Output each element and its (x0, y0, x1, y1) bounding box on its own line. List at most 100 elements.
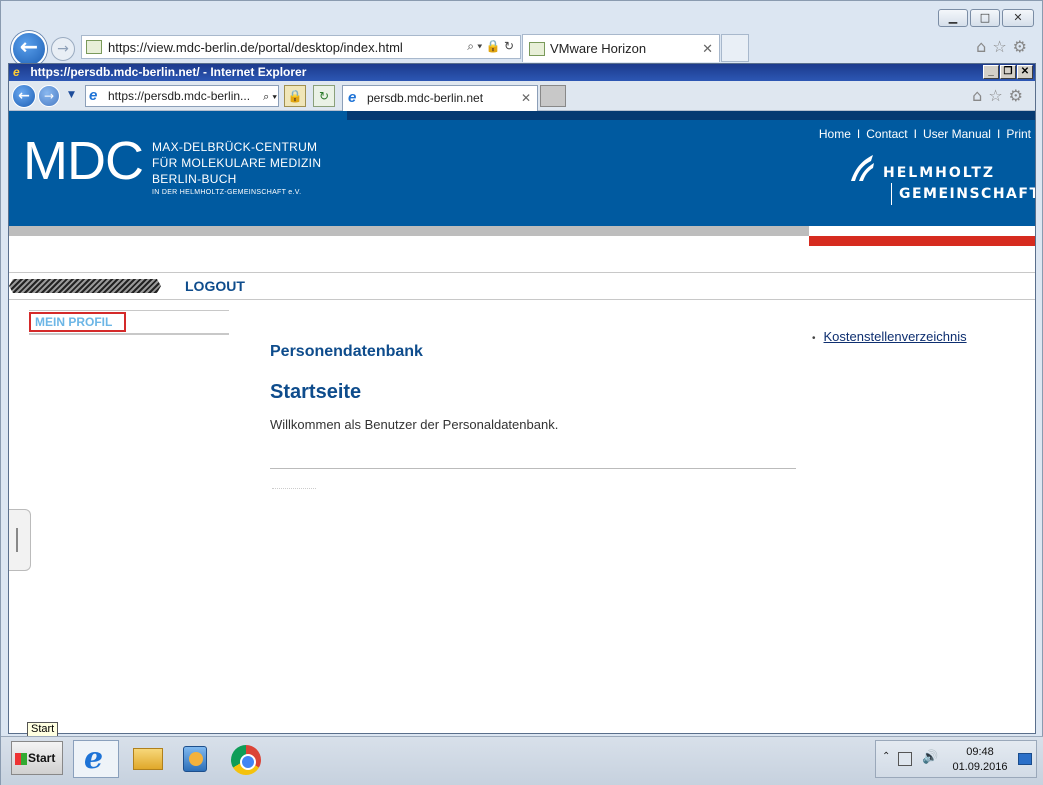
show-hidden-icons-icon[interactable]: ⌃ (882, 751, 890, 762)
inner-toolbar-icons[interactable]: ⌂☆⚙ (972, 86, 1029, 105)
history-dropdown-icon[interactable]: ▼ (68, 90, 75, 100)
org-line: MAX-DELBRÜCK-CENTRUM (152, 140, 318, 154)
banner-top-strip (347, 111, 1035, 120)
welcome-text: Willkommen als Benutzer der Personaldate… (270, 417, 559, 432)
inner-forward-button[interactable]: → (38, 85, 60, 107)
network-icon[interactable] (898, 752, 912, 766)
inner-ie-window: e https://persdb.mdc-berlin.net/ - Inter… (8, 63, 1036, 734)
page-title: Startseite (270, 381, 362, 403)
taskbar-explorer-icon[interactable] (125, 740, 171, 778)
left-nav-divider (29, 333, 229, 335)
chrome-icon (231, 745, 261, 775)
site-favicon-icon (86, 40, 102, 54)
taskbar-chrome-icon[interactable] (223, 740, 269, 778)
divider (9, 272, 1035, 273)
inner-new-tab-button[interactable] (540, 85, 566, 107)
clock[interactable]: 09:48 01.09.2016 (952, 745, 1008, 775)
inner-minimize-button[interactable]: _ (983, 65, 999, 79)
outer-tab-vmware[interactable]: VMware Horizon ✕ (522, 34, 720, 62)
section-title: Personendatenbank (270, 343, 423, 360)
taskbar-ie-icon[interactable]: e (73, 740, 119, 778)
outer-window-controls: ▁ □ ✕ (938, 9, 1034, 27)
outer-url-text: https://view.mdc-berlin.de/portal/deskto… (108, 39, 403, 55)
content-divider (270, 468, 796, 469)
ie-tab-icon: e (348, 89, 357, 106)
dotted-divider (272, 488, 316, 489)
system-tray: ⌃ 🔊 09:48 01.09.2016 (875, 740, 1037, 778)
media-player-icon (183, 746, 207, 772)
start-button[interactable]: Start (11, 741, 63, 775)
back-button[interactable]: ← (11, 31, 47, 67)
right-links: • Kostenstellenverzeichnis (812, 329, 967, 344)
side-panel-handle[interactable] (9, 509, 31, 571)
site-banner: MDC MAX-DELBRÜCK-CENTRUM FÜR MOLEKULARE … (9, 111, 1035, 226)
inner-back-button[interactable]: ← (12, 84, 36, 108)
clock-time: 09:48 (966, 746, 994, 758)
search-dropdown-icon[interactable]: ⌕ ▾ (263, 87, 277, 106)
gemeinschaft-text: GEMEINSCHAFT (891, 183, 1035, 205)
minimize-button[interactable]: ▁ (938, 9, 968, 27)
kostenstellen-link[interactable]: Kostenstellenverzeichnis (824, 329, 967, 344)
windows-flag-icon (15, 753, 27, 765)
inner-window-title: https://persdb.mdc-berlin.net/ - Interne… (30, 65, 307, 79)
mein-profil-link[interactable]: MEIN PROFIL (29, 312, 126, 332)
print-link[interactable]: Print (1002, 127, 1035, 141)
close-tab-icon[interactable]: ✕ (702, 41, 713, 57)
left-nav-divider (29, 310, 229, 311)
outer-navigation-bar: ← → https://view.mdc-berlin.de/portal/de… (9, 31, 1039, 67)
ie-page-icon: e (89, 87, 98, 104)
volume-icon[interactable]: 🔊 (922, 750, 938, 765)
folder-icon (133, 748, 163, 770)
address-tools-icon[interactable]: ⌕ ▾ 🔒 ↻ (467, 39, 514, 54)
mdc-logo: MDC (23, 131, 144, 191)
inner-close-button[interactable]: ✕ (1017, 65, 1033, 79)
home-link[interactable]: Home (815, 127, 855, 141)
refresh-icon[interactable]: ↻ (313, 85, 335, 107)
org-line: FÜR MOLEKULARE MEDIZIN (152, 156, 322, 170)
inner-tab-title: persdb.mdc-berlin.net (367, 91, 484, 105)
divider (9, 299, 1035, 300)
outer-toolbar-icons[interactable]: ⌂☆⚙ (976, 37, 1033, 56)
grip-icon (16, 528, 18, 552)
close-inner-tab-icon[interactable]: ✕ (521, 86, 531, 110)
org-line-small: IN DER HELMHOLTZ-GEMEINSCHAFT e.V. (152, 189, 302, 196)
taskbar-media-player-icon[interactable] (173, 740, 219, 778)
inner-url-text: https://persdb.mdc-berlin... (108, 89, 251, 103)
inner-restore-button[interactable]: ❐ (1000, 65, 1016, 79)
taskbar: Start e ⌃ 🔊 09:48 01.09.2016 (1, 736, 1043, 785)
clock-date: 01.09.2016 (952, 761, 1008, 773)
top-links: Home I Contact I User Manual I Print (815, 127, 1035, 141)
inner-title-bar: e https://persdb.mdc-berlin.net/ - Inter… (9, 64, 1035, 81)
gray-divider-bar (9, 226, 809, 236)
close-button[interactable]: ✕ (1002, 9, 1034, 27)
start-tooltip: Start (27, 722, 59, 737)
web-page: MDC MAX-DELBRÜCK-CENTRUM FÜR MOLEKULARE … (9, 111, 1035, 733)
user-manual-link[interactable]: User Manual (919, 127, 995, 141)
start-label: Start (28, 751, 56, 765)
org-name: MAX-DELBRÜCK-CENTRUM FÜR MOLEKULARE MEDI… (152, 139, 321, 199)
helmholtz-text: HELMHOLTZ (883, 165, 996, 181)
bullet-icon: • (812, 333, 816, 344)
forward-button[interactable]: → (51, 37, 75, 61)
org-line: BERLIN-BUCH (152, 172, 237, 186)
inner-address-bar[interactable]: e https://persdb.mdc-berlin... ⌕ ▾ (85, 85, 279, 107)
separator: I (913, 127, 917, 141)
vmware-favicon-icon (529, 41, 545, 56)
new-tab-button[interactable] (721, 34, 749, 62)
show-desktop-icon[interactable] (1018, 753, 1032, 765)
ie-logo-icon: e (84, 741, 104, 776)
contact-link[interactable]: Contact (862, 127, 911, 141)
maximize-button[interactable]: □ (970, 9, 1000, 27)
lock-icon[interactable]: 🔒 (284, 85, 306, 107)
helmholtz-mark-icon (851, 155, 874, 181)
red-accent-bar (809, 236, 1035, 246)
inner-tab-persdb[interactable]: e persdb.mdc-berlin.net ✕ (342, 85, 538, 111)
logout-link[interactable]: LOGOUT (185, 278, 245, 294)
inner-navigation-bar: ← → ▼ e https://persdb.mdc-berlin... ⌕ ▾… (9, 81, 1035, 111)
inner-window-controls: _ ❐ ✕ (983, 65, 1033, 79)
hatched-decoration (9, 279, 161, 293)
outer-tab-title: VMware Horizon (550, 41, 647, 56)
outer-address-bar[interactable]: https://view.mdc-berlin.de/portal/deskto… (81, 35, 521, 59)
ie-logo-icon: e (13, 65, 20, 79)
outer-browser-window: ▁ □ ✕ ← → https://view.mdc-berlin.de/por… (0, 0, 1043, 785)
